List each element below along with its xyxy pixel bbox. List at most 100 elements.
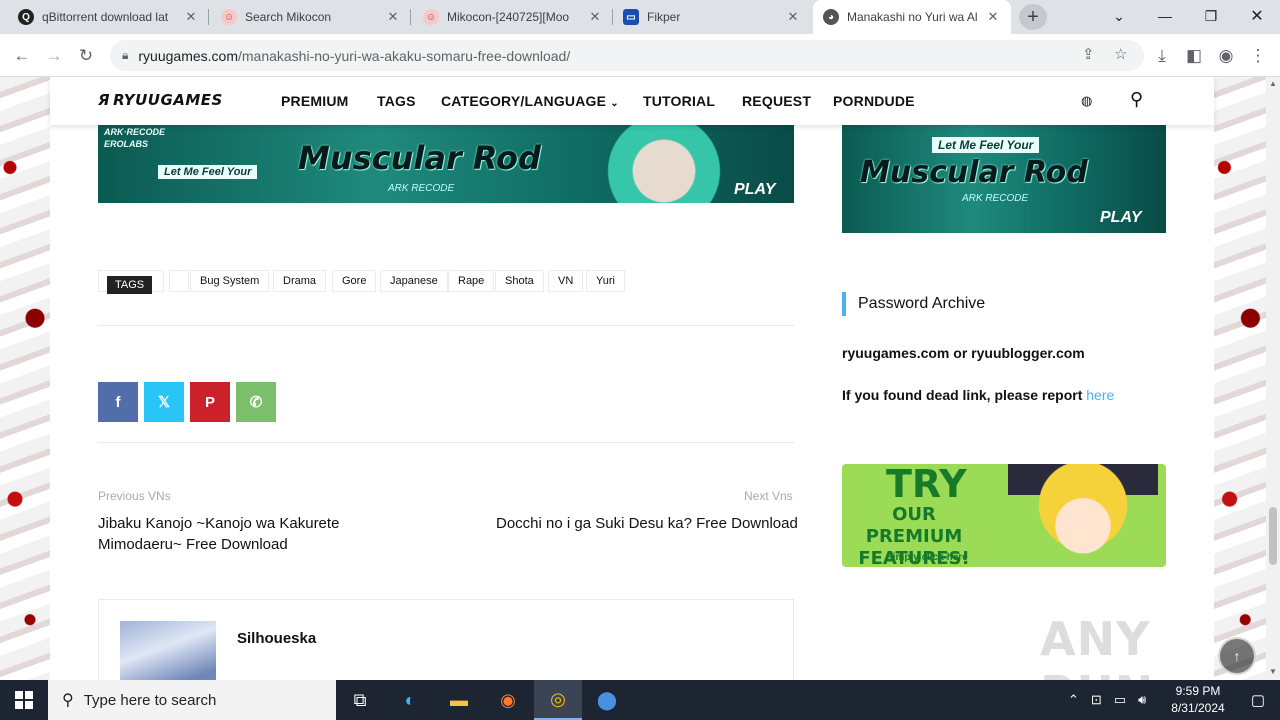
share-facebook-button[interactable]: f [98, 382, 138, 422]
volume-icon[interactable]: 🔊︎ [1138, 692, 1146, 708]
browser-toolbar: ← → ↻ 🔒︎ ryuugames.com/manakashi-no-yuri… [0, 34, 1280, 77]
chrome-icon[interactable]: ◎ [534, 680, 582, 720]
new-tab-button[interactable]: + [1019, 4, 1047, 30]
next-post-link[interactable]: Docchi no i ga Suki Desu ka? Free Downlo… [496, 513, 798, 534]
scroll-thumb[interactable] [1269, 507, 1277, 565]
whatsapp-icon: ✆ [249, 394, 263, 411]
divider [98, 325, 794, 326]
tag-empty[interactable] [169, 270, 189, 292]
nav-premium[interactable]: PREMIUM [281, 93, 349, 109]
banner-character-art [574, 125, 754, 203]
site-logo[interactable]: Я RYUUGAMES [98, 91, 223, 109]
lock-icon[interactable]: 🔒︎ [122, 48, 128, 63]
mascot-character-art [1008, 464, 1158, 567]
pinterest-icon: P [204, 393, 215, 411]
notification-center-icon[interactable]: ▢ [1236, 680, 1280, 720]
share-whatsapp-button[interactable]: ✆ [236, 382, 276, 422]
background-artwork-right [1214, 77, 1266, 680]
qbittorrent-icon[interactable]: ⬤ [583, 680, 631, 720]
browser-tab-1[interactable]: Q qBittorrent download lat ✕ [8, 0, 209, 34]
taskbar-clock[interactable]: 9:59 PM 8/31/2024 [1160, 683, 1236, 717]
browser-tab-2[interactable]: ☺ Search Mikocon ✕ [211, 0, 411, 34]
address-bar[interactable]: 🔒︎ ryuugames.com/manakashi-no-yuri-wa-ak… [110, 40, 1144, 71]
reload-icon[interactable]: ↻ [72, 42, 100, 70]
tag-item[interactable]: Shota [495, 270, 544, 292]
profile-avatar-icon[interactable]: ◉ [1212, 42, 1240, 70]
back-arrow-icon[interactable]: ← [8, 42, 36, 70]
close-window-icon[interactable]: ✕ [1242, 4, 1272, 28]
nav-request[interactable]: REQUEST [742, 93, 811, 109]
task-view-icon[interactable]: ⧉ [336, 680, 384, 720]
browser-tab-4[interactable]: ▭ Fikper ✕ [613, 0, 811, 34]
web-page: Я RYUUGAMES PREMIUM TAGS CATEGORY/LANGUAG… [0, 77, 1266, 680]
site-header: Я RYUUGAMES PREMIUM TAGS CATEGORY/LANGUAG… [50, 77, 1214, 125]
monitor-tray-icon[interactable]: ▭ [1114, 692, 1126, 708]
author-name[interactable]: Silhoueska [237, 630, 316, 647]
browser-tab-5-active[interactable]: ◕ Manakashi no Yuri wa Al ✕ [813, 0, 1011, 34]
tag-item[interactable]: Bug System [190, 270, 270, 292]
search-icon[interactable]: ⚲ [1130, 89, 1143, 110]
tag-item[interactable]: Japanese [380, 270, 448, 292]
browser-tab-bar: Q qBittorrent download lat ✕ ☺ Search Mi… [0, 0, 1280, 34]
system-tray: ⌃ ⊡ ▭ 🔊︎ [1068, 680, 1146, 720]
windows-taskbar: ⚲ Type here to search ⧉ ◐ ▬ ◉ ◎ ⬤ ⌃ ⊡ ▭ … [0, 680, 1280, 720]
scroll-up-icon[interactable]: ▲ [1269, 79, 1277, 88]
tags-label: TAGS [107, 276, 153, 294]
tab-search-chevron-icon[interactable]: ⌄ [1104, 4, 1134, 28]
maximize-icon[interactable]: ❐ [1196, 4, 1226, 28]
password-archive-heading: Password Archive [842, 292, 985, 316]
more-menu-icon[interactable]: ⋮ [1244, 42, 1272, 70]
premium-features-banner[interactable]: TRY OUR PREMIUM FEATURES! Simply click h… [842, 464, 1166, 567]
firefox-icon[interactable]: ◉ [484, 680, 532, 720]
previous-post-label: Previous VNs [98, 489, 171, 503]
author-avatar[interactable] [120, 621, 216, 680]
download-icon[interactable]: ⤓ [1148, 42, 1176, 70]
facebook-icon: f [115, 393, 121, 411]
tag-item[interactable]: VN [548, 270, 584, 292]
network-tray-icon[interactable]: ⊡ [1091, 692, 1102, 708]
ad-banner-sidebar[interactable]: Let Me Feel Your Muscular Rod ARK RECODE… [842, 125, 1166, 233]
browser-tab-3[interactable]: ☺ Mikocon-[240725][Moo ✕ [413, 0, 613, 34]
close-tab-icon[interactable]: ✕ [385, 9, 401, 25]
background-artwork-left [0, 77, 50, 680]
nav-tags[interactable]: TAGS [377, 93, 416, 109]
password-text: ryuugames.com or ryuublogger.com [842, 345, 1085, 361]
file-explorer-icon[interactable]: ▬ [435, 680, 483, 720]
tag-item[interactable]: Rape [448, 270, 495, 292]
minimize-icon[interactable]: — [1150, 4, 1180, 28]
share-pinterest-button[interactable]: P [190, 382, 230, 422]
nav-porndude[interactable]: PORNDUDE [833, 93, 915, 109]
report-link[interactable]: here [1086, 387, 1114, 403]
dead-link-notice: If you found dead link, please report he… [842, 387, 1115, 403]
close-tab-icon[interactable]: ✕ [587, 9, 603, 25]
nav-tutorial[interactable]: TUTORIAL [643, 93, 715, 109]
page-scrollbar[interactable]: ▲ ▼ [1266, 77, 1280, 680]
url-path: /manakashi-no-yuri-wa-akaku-somaru-free-… [237, 47, 571, 64]
close-tab-icon[interactable]: ✕ [785, 9, 801, 25]
arrow-up-icon: ↑ [1233, 648, 1241, 664]
ad-banner-main[interactable]: ARK·RECODE EROLABS Let Me Feel Your Musc… [98, 125, 794, 203]
divider [98, 442, 794, 443]
scroll-down-icon[interactable]: ▼ [1269, 667, 1277, 676]
tray-chevron-up-icon[interactable]: ⌃ [1068, 692, 1079, 708]
bookmark-star-icon[interactable]: ☆ [1114, 45, 1127, 63]
side-panel-icon[interactable]: ◧ [1180, 42, 1208, 70]
edge-browser-icon[interactable]: ◐ [386, 680, 434, 720]
close-tab-icon[interactable]: ✕ [985, 9, 1001, 25]
discord-icon[interactable]: ◍ [1081, 93, 1092, 109]
close-tab-icon[interactable]: ✕ [183, 9, 199, 25]
windows-start-button[interactable] [0, 680, 48, 720]
logo-mark-icon: Я [98, 91, 111, 109]
forward-arrow-icon[interactable]: → [40, 42, 68, 70]
tag-item[interactable]: Gore [332, 270, 377, 292]
windows-logo-icon [15, 691, 33, 709]
mikocon-favicon-icon: ☺ [221, 9, 237, 25]
nav-category-language[interactable]: CATEGORY/LANGUAGE ⌄ [441, 93, 619, 109]
taskbar-search-box[interactable]: ⚲ Type here to search [48, 680, 336, 720]
previous-post-link[interactable]: Jibaku Kanojo ~Kanojo wa Kakurete Mimoda… [98, 513, 339, 555]
tag-item[interactable]: Yuri [586, 270, 625, 292]
share-page-icon[interactable]: ⇪ [1082, 45, 1095, 63]
back-to-top-button[interactable]: ↑ [1218, 637, 1256, 675]
share-twitter-button[interactable]: 𝕏 [144, 382, 184, 422]
tag-item[interactable]: Drama [273, 270, 327, 292]
